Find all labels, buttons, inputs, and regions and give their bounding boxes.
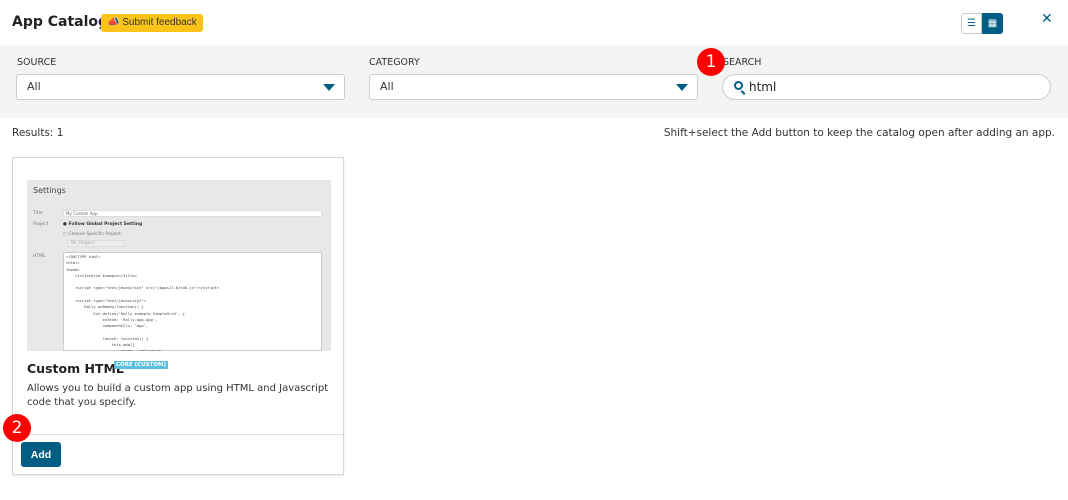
source-label: SOURCE (17, 57, 57, 68)
results-count: Results: 1 (12, 127, 64, 139)
search-label: SEARCH (723, 57, 762, 68)
step-marker-1: 1 (697, 48, 725, 76)
close-button[interactable]: ✕ (1041, 11, 1053, 27)
app-thumbnail: Settings Title My Custom App Project ● F… (27, 180, 331, 351)
search-icon (734, 81, 743, 90)
submit-feedback-button[interactable]: 📣 Submit feedback (101, 14, 203, 32)
list-icon: ☰ (967, 18, 976, 29)
megaphone-icon: 📣 (107, 17, 123, 28)
step-marker-2: 2 (3, 414, 31, 442)
category-select[interactable]: All (369, 74, 698, 100)
hint-text: Shift+select the Add button to keep the … (663, 127, 1055, 139)
header: App Catalog 📣 Submit feedback ☰ ▦ ✕ (0, 0, 1068, 45)
divider (13, 434, 343, 435)
app-card: Settings Title My Custom App Project ● F… (12, 157, 344, 475)
category-label: CATEGORY (369, 57, 420, 68)
source-select[interactable]: All (16, 74, 345, 100)
search-input[interactable]: html (722, 74, 1051, 100)
app-description: Allows you to build a custom app using H… (27, 383, 329, 408)
grid-icon: ▦ (987, 18, 998, 29)
grid-view-button[interactable]: ▦ (982, 13, 1003, 34)
list-view-button[interactable]: ☰ (961, 13, 982, 34)
app-title: Custom HTML (27, 361, 124, 376)
caret-down-icon (676, 84, 688, 91)
close-icon: ✕ (1041, 11, 1053, 27)
app-badge: CORE (CUSTOM) (114, 361, 169, 369)
page-title: App Catalog (12, 14, 109, 30)
view-toggle: ☰ ▦ (961, 13, 1003, 34)
caret-down-icon (323, 84, 335, 91)
add-button[interactable]: Add (21, 442, 61, 467)
filter-bar: SOURCE All CATEGORY All SEARCH html (0, 45, 1068, 118)
